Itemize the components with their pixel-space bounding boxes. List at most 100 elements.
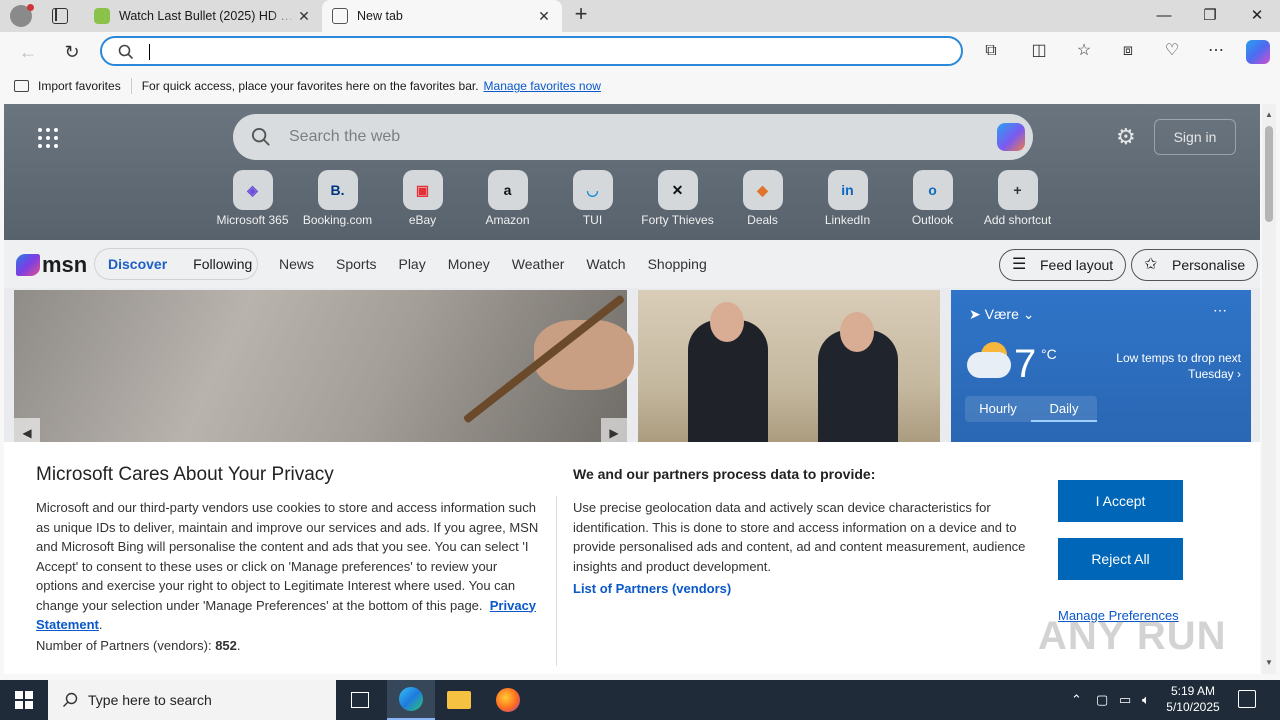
new-tab-plus-icon[interactable]: +: [570, 3, 592, 26]
msn-nav-links: News Sports Play Money Weather Watch Sho…: [279, 256, 729, 272]
shortcut-tile[interactable]: ◆ Deals: [720, 170, 805, 227]
nav-play[interactable]: Play: [398, 256, 425, 272]
tab-hourly[interactable]: Hourly: [965, 396, 1031, 422]
taskbar-firefox[interactable]: [484, 680, 532, 720]
shortcut-icon: ✕: [657, 170, 698, 210]
scroll-thumb[interactable]: [1265, 126, 1273, 222]
address-bar[interactable]: [100, 36, 963, 66]
system-clock[interactable]: 5:19 AM 5/10/2025: [1158, 683, 1228, 715]
divider: [130, 78, 132, 94]
news-card-image-knitting[interactable]: ◀ ▶: [14, 290, 634, 450]
nav-weather[interactable]: Weather: [512, 256, 565, 272]
settings-gear-icon[interactable]: ⚙: [1116, 126, 1138, 148]
copilot-icon[interactable]: [1246, 40, 1270, 64]
shortcut-label: Amazon: [485, 213, 530, 227]
close-icon[interactable]: ✕: [536, 8, 552, 25]
tab-watch-last-bullet[interactable]: Watch Last Bullet (2025) HD online ✕: [84, 0, 322, 32]
reject-all-button[interactable]: Reject All: [1058, 538, 1183, 580]
tab-discover[interactable]: Discover: [95, 256, 180, 272]
site-favicon-icon: [94, 8, 110, 24]
manage-favorites-link[interactable]: Manage favorites now: [484, 79, 601, 93]
more-options-icon[interactable]: ⋯: [1213, 302, 1227, 319]
shortcut-tile[interactable]: ▣ eBay: [380, 170, 465, 227]
scroll-down-icon[interactable]: ▼: [1262, 656, 1276, 670]
nav-news[interactable]: News: [279, 256, 314, 272]
restore-icon[interactable]: ❐: [1187, 0, 1233, 32]
network-icon[interactable]: ▭: [1119, 692, 1131, 708]
shortcut-tile[interactable]: in LinkedIn: [805, 170, 890, 227]
split-screen-icon[interactable]: ◫: [1029, 41, 1049, 61]
tab-strip: Watch Last Bullet (2025) HD online ✕ New…: [0, 0, 1280, 32]
shortcut-tile[interactable]: a Amazon: [465, 170, 550, 227]
sign-in-button[interactable]: Sign in: [1154, 119, 1236, 155]
news-card-image-politicians[interactable]: [638, 290, 940, 450]
msn-logo[interactable]: msn: [16, 252, 87, 278]
weather-card[interactable]: ➤ Være ⌄ ⋯ 7 °C Low temps to drop next T…: [951, 290, 1251, 450]
shortcut-icon: ◆: [742, 170, 783, 210]
extensions-puzzle-icon[interactable]: ⧉: [981, 41, 1001, 61]
accept-button[interactable]: I Accept: [1058, 480, 1183, 522]
collections-icon[interactable]: ⧈: [1118, 41, 1138, 61]
shortcut-tile[interactable]: + Add shortcut: [975, 170, 1060, 227]
show-hidden-icons-chevron-icon[interactable]: ⌃: [1071, 692, 1082, 708]
shortcut-tile[interactable]: B. Booking.com: [295, 170, 380, 227]
import-favorites-button[interactable]: Import favorites: [14, 79, 121, 93]
address-input[interactable]: [148, 43, 928, 61]
nav-money[interactable]: Money: [448, 256, 490, 272]
shortcut-tile[interactable]: o Outlook: [890, 170, 975, 227]
personalise-button[interactable]: ✩ Personalise: [1131, 249, 1259, 281]
close-window-icon[interactable]: ✕: [1234, 0, 1280, 32]
task-view-button[interactable]: [336, 680, 384, 720]
data-processing-body: Use precise geolocation data and activel…: [573, 500, 1026, 574]
tab-new-tab[interactable]: New tab ✕: [322, 0, 562, 32]
list-of-partners-link[interactable]: List of Partners (vendors): [573, 581, 731, 596]
forecast-toggle: Hourly Daily: [965, 396, 1097, 422]
refresh-icon[interactable]: ↻: [60, 40, 84, 64]
shortcut-tile[interactable]: ◡ TUI: [550, 170, 635, 227]
notifications-icon[interactable]: [1238, 690, 1256, 708]
windows-start-icon[interactable]: [15, 691, 33, 709]
minimize-icon[interactable]: —: [1141, 0, 1187, 32]
tab-actions-icon[interactable]: [52, 8, 68, 24]
device-icon[interactable]: ▢: [1096, 692, 1108, 708]
web-search-box[interactable]: Search the web: [233, 114, 1033, 160]
shortcut-label: TUI: [582, 213, 603, 227]
feed-layout-button[interactable]: ☰ Feed layout: [999, 249, 1127, 281]
nav-shopping[interactable]: Shopping: [648, 256, 707, 272]
profile-avatar[interactable]: [10, 4, 34, 27]
search-icon: [118, 44, 134, 60]
shortcuts-row: ◈ Microsoft 365 B. Booking.com ▣ eBay a Amazon ◡…: [210, 170, 1060, 227]
nav-sports[interactable]: Sports: [336, 256, 376, 272]
volume-icon[interactable]: 🔈︎: [1142, 692, 1150, 708]
shortcut-icon: in: [827, 170, 868, 210]
task-view-icon: [351, 692, 369, 708]
close-icon[interactable]: ✕: [296, 8, 312, 25]
nav-watch[interactable]: Watch: [586, 256, 625, 272]
tab-daily[interactable]: Daily: [1031, 396, 1097, 422]
edge-icon: [399, 687, 423, 711]
browser-essentials-icon[interactable]: ♡: [1162, 41, 1182, 61]
partners-count-line: Number of Partners (vendors): 852.: [36, 637, 241, 653]
weather-location[interactable]: ➤ Være ⌄: [969, 306, 1034, 323]
shortcut-tile[interactable]: ◈ Microsoft 365: [210, 170, 295, 227]
tab-following[interactable]: Following: [180, 256, 265, 272]
scroll-up-icon[interactable]: ▲: [1262, 108, 1276, 122]
shortcut-label: Microsoft 365: [216, 213, 289, 227]
taskbar-edge[interactable]: [387, 680, 435, 720]
favorites-star-icon[interactable]: ☆: [1074, 41, 1094, 61]
more-options-icon[interactable]: ⋯: [1206, 41, 1226, 61]
page-scrollbar[interactable]: ▲ ▼: [1262, 104, 1276, 674]
shortcut-tile[interactable]: ✕ Forty Thieves: [635, 170, 720, 227]
import-favorites-label: Import favorites: [38, 79, 121, 93]
shortcut-label: Add shortcut: [983, 213, 1052, 227]
app-launcher-icon[interactable]: [38, 128, 58, 148]
shortcut-label: LinkedIn: [824, 213, 871, 227]
weather-alert[interactable]: Low temps to drop next Tuesday ›: [1093, 350, 1241, 382]
shortcut-icon: a: [487, 170, 528, 210]
taskbar-file-explorer[interactable]: [435, 680, 483, 720]
back-arrow-icon[interactable]: ←: [16, 40, 40, 64]
copilot-icon[interactable]: [997, 123, 1025, 151]
clock-time: 5:19 AM: [1170, 684, 1216, 698]
cloud-icon: [967, 352, 1011, 378]
taskbar-search-box[interactable]: Type here to search: [48, 680, 336, 720]
